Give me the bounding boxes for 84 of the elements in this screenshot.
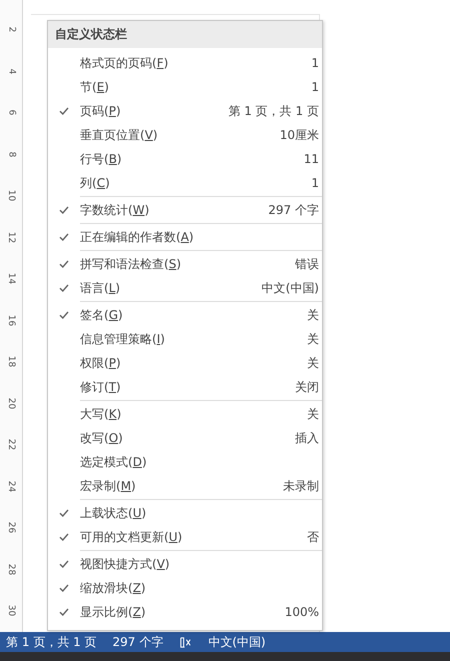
menu-item[interactable]: 上载状态(U) (48, 501, 322, 525)
menu-item[interactable]: 格式页的页码(F) 1 (48, 51, 322, 75)
menu-item-value: 1 (311, 176, 319, 190)
menu-item[interactable]: 字数统计(W) 297 个字 (48, 198, 322, 222)
menu-item[interactable]: 垂直页位置(V) 10厘米 (48, 123, 322, 147)
menu-item[interactable]: 签名(G) 关 (48, 303, 322, 327)
menu-item-label: 行号(B) (80, 150, 122, 168)
menu-item-label: 缩放滑块(Z) (80, 580, 146, 596)
menu-item-label: 上载状态(U) (80, 504, 146, 522)
menu-item-label: 垂直页位置(V) (80, 126, 158, 144)
ruler-number: 22 (6, 438, 18, 450)
menu-item-label: 视图快捷方式(V) (80, 556, 170, 572)
language-status[interactable]: 中文(中国) (208, 634, 266, 650)
menu-item[interactable]: 宏录制(M) 未录制 (48, 474, 322, 498)
ruler-number: 28 (6, 563, 18, 575)
ruler-number: 4 (6, 68, 18, 74)
menu-item-label: 签名(G) (80, 306, 123, 324)
menu-item[interactable]: 语言(L) 中文(中国) (48, 276, 322, 300)
menu-item-value: 未录制 (283, 478, 319, 494)
word-count[interactable]: 297 个字 (112, 634, 164, 650)
menu-item[interactable]: 节(E) 1 (48, 75, 322, 99)
menu-item-value: 关闭 (295, 378, 319, 396)
menu-item[interactable]: 显示比例(Z) 100% (48, 600, 322, 624)
menu-item-value: 错误 (295, 256, 319, 272)
menu-title: 自定义状态栏 (48, 21, 322, 48)
menu-item[interactable]: 正在编辑的作者数(A) (48, 225, 322, 249)
menu-item-value: 关 (307, 354, 319, 372)
proofing-icon[interactable] (179, 636, 192, 648)
ruler-number: 20 (6, 397, 18, 409)
menu-item-value: 关 (307, 406, 319, 422)
menu-item-label: 选定模式(D) (80, 454, 147, 470)
menu-item-label: 正在编辑的作者数(A) (80, 228, 194, 246)
menu-item-value: 第 1 页，共 1 页 (228, 102, 319, 120)
ruler-number: 6 (6, 110, 18, 116)
menu-item[interactable]: 可用的文档更新(U) 否 (48, 525, 322, 549)
menu-item-label: 列(C) (80, 174, 110, 192)
menu-item-label: 改写(O) (80, 430, 123, 446)
ruler-number: 24 (6, 480, 18, 492)
ruler-number: 8 (6, 151, 18, 157)
ruler-number: 10 (6, 190, 18, 202)
menu-item-value: 中文(中国) (262, 280, 319, 296)
menu-item[interactable]: 改写(O) 插入 (48, 426, 322, 450)
menu-item-value: 插入 (295, 430, 319, 446)
menu-item[interactable]: 视图快捷方式(V) (48, 552, 322, 576)
menu-item-label: 宏录制(M) (80, 478, 136, 494)
menu-item-label: 可用的文档更新(U) (80, 528, 182, 546)
menu-item-label: 页码(P) (80, 102, 121, 120)
menu-item[interactable]: 缩放滑块(Z) (48, 576, 322, 600)
ruler-number: 30 (6, 604, 18, 616)
menu-item-label: 修订(T) (80, 378, 121, 396)
menu-item[interactable]: 权限(P) 关 (48, 351, 322, 375)
menu-item-label: 拼写和语法检查(S) (80, 256, 181, 272)
page-count[interactable]: 第 1 页，共 1 页 (6, 634, 97, 650)
menu-item[interactable]: 拼写和语法检查(S) 错误 (48, 252, 322, 276)
ruler-number: 18 (6, 356, 18, 368)
ruler-number: 26 (6, 522, 18, 534)
menu-item-value: 否 (307, 528, 319, 546)
menu-item-label: 大写(K) (80, 406, 122, 422)
menu-item[interactable]: 行号(B) 11 (48, 147, 322, 171)
menu-item[interactable]: 大写(K) 关 (48, 402, 322, 426)
menu-item-value: 关 (307, 330, 319, 348)
menu-item-label: 权限(P) (80, 354, 121, 372)
menu-item-label: 语言(L) (80, 280, 120, 296)
menu-item-label: 节(E) (80, 78, 109, 96)
menu-item-value: 1 (311, 56, 319, 70)
menu-item-value: 100% (284, 605, 319, 619)
menu-item-value: 关 (307, 306, 319, 324)
menu-item[interactable]: 列(C) 1 (48, 171, 322, 195)
ruler-number: 12 (6, 231, 18, 243)
menu-item-value: 10厘米 (280, 126, 319, 144)
menu-item[interactable]: 修订(T) 关闭 (48, 375, 322, 399)
ruler-number: 16 (6, 314, 18, 326)
menu-item-label: 显示比例(Z) (80, 604, 146, 620)
ruler-number: 14 (6, 272, 18, 284)
menu-item[interactable]: 选定模式(D) (48, 450, 322, 474)
menu-item-value: 11 (304, 152, 319, 166)
ruler-number: 2 (6, 26, 18, 32)
menu-item-value: 1 (311, 80, 319, 94)
menu-item[interactable]: 信息管理策略(I) 关 (48, 327, 322, 351)
menu-item-label: 字数统计(W) (80, 202, 150, 218)
menu-item[interactable]: 页码(P) 第 1 页，共 1 页 (48, 99, 322, 123)
menu-item-label: 格式页的页码(F) (80, 54, 168, 72)
menu-item-label: 信息管理策略(I) (80, 330, 165, 348)
menu-item-value: 297 个字 (268, 202, 319, 218)
